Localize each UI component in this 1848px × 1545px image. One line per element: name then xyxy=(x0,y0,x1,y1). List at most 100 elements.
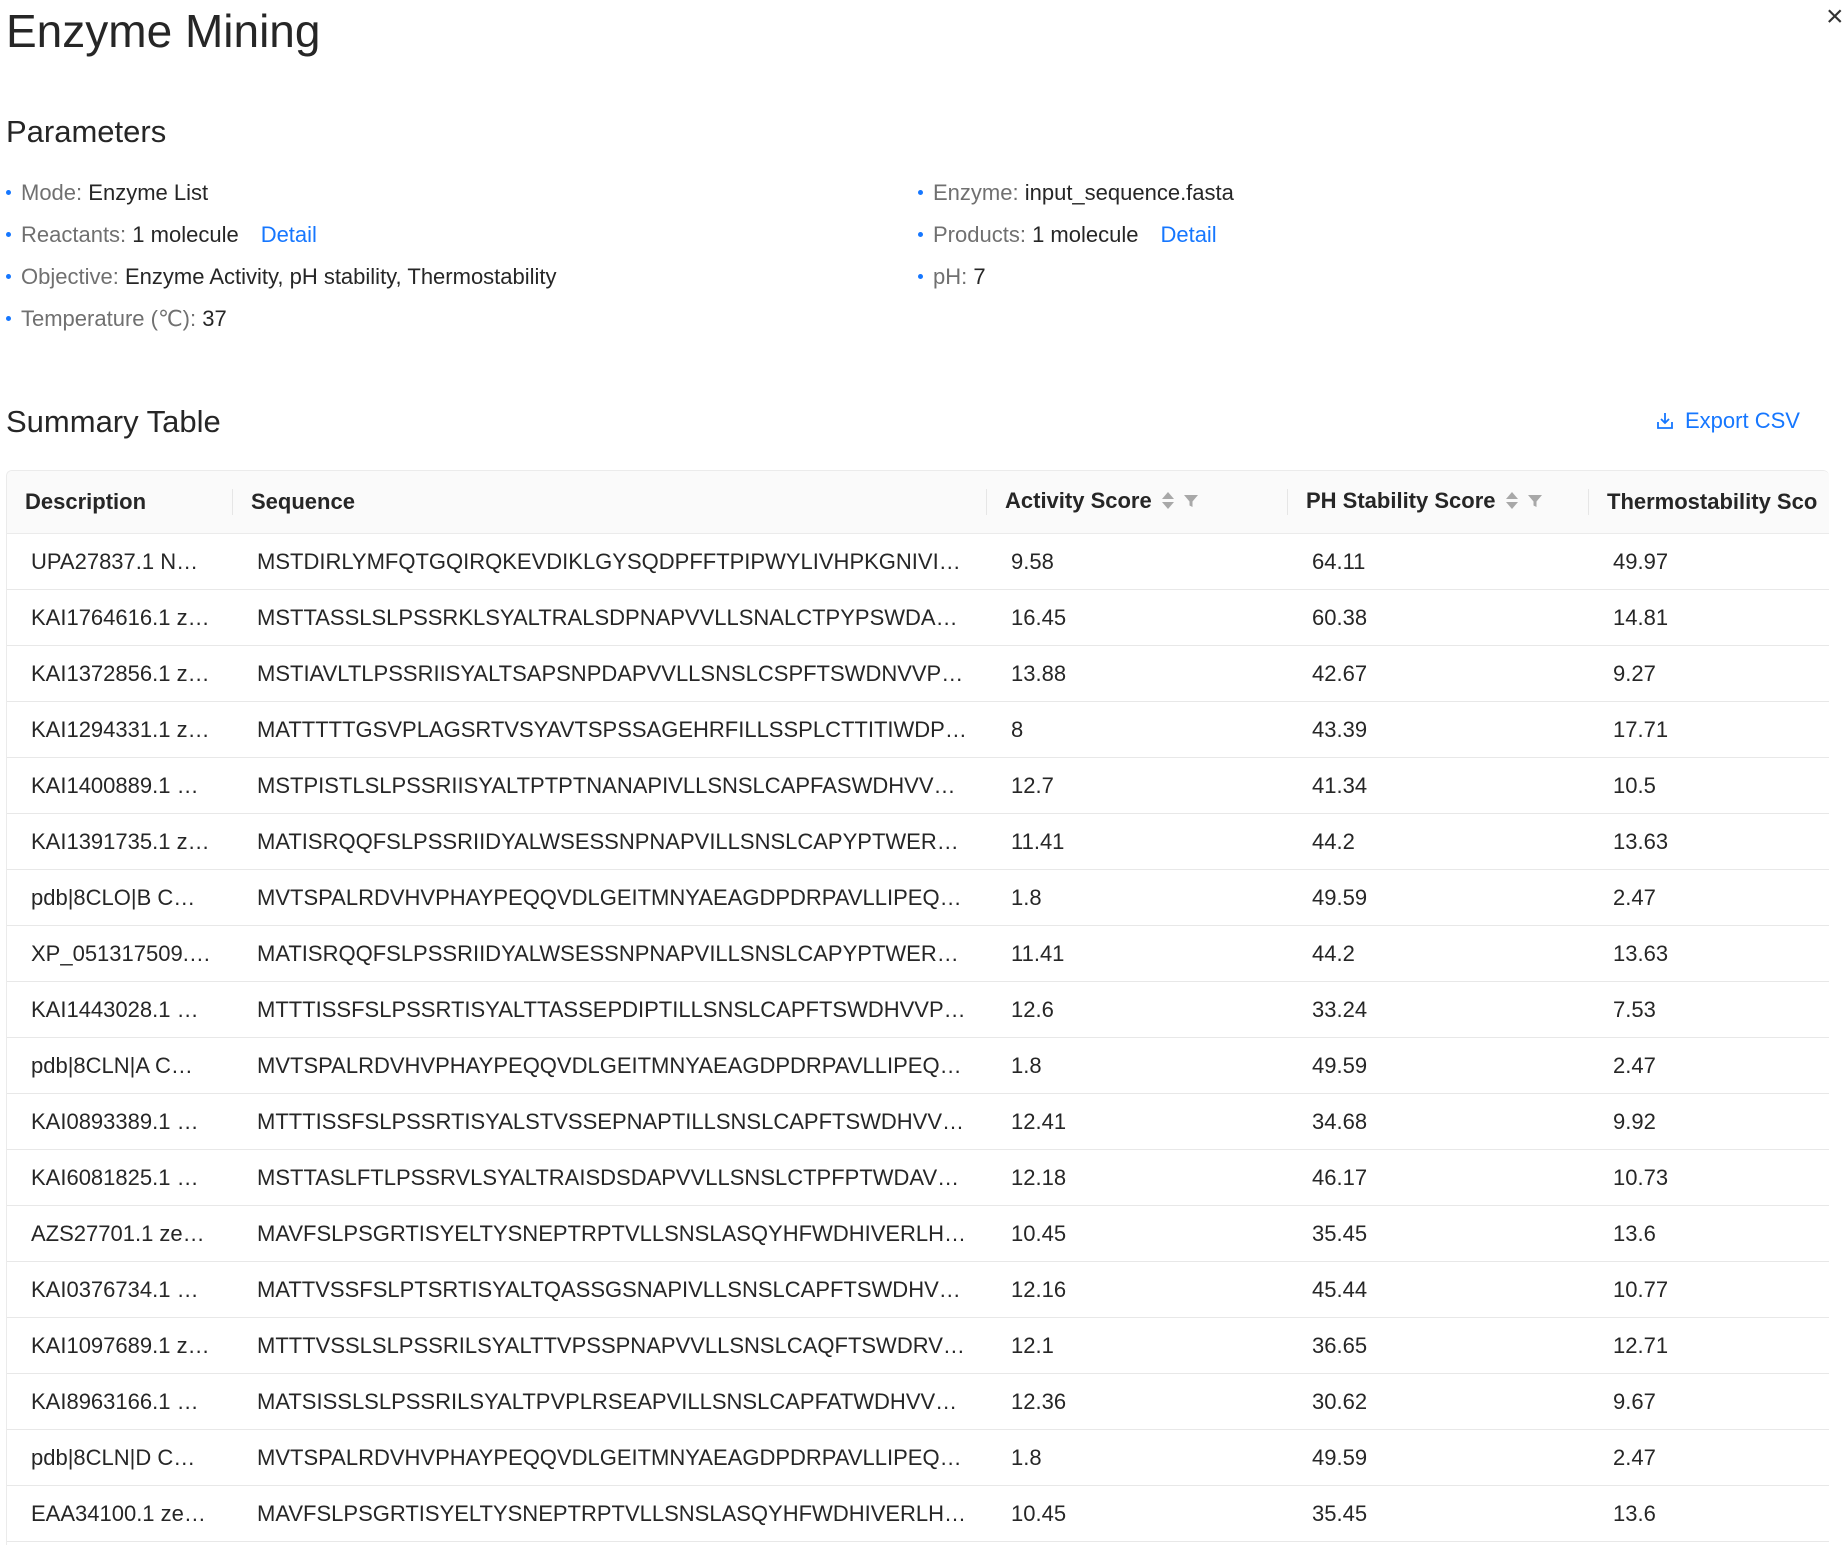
cell-sequence: MAVFSLPSGRTISYELTYSNEPTRPTVLLSNSLASQYHFW… xyxy=(233,1205,987,1262)
cell-description: XP_051317509.… xyxy=(7,925,233,982)
cell-description: KAI1097689.1 z… xyxy=(7,1317,233,1374)
cell-description: KAI1372856.1 z… xyxy=(7,645,233,702)
column-header-thermostability-score[interactable]: Thermostability Sco xyxy=(1589,471,1829,534)
cell-description: KAI1294331.1 z… xyxy=(7,701,233,758)
table-row[interactable]: KAI0893389.1 … MTTTISSFSLPSSRTISYALSTVSSE… xyxy=(7,1093,1829,1150)
cell-thermostability-score: 13.63 xyxy=(1589,925,1829,982)
cell-thermostability-score: 49.97 xyxy=(1589,533,1829,590)
cell-description: KAI6081825.1 … xyxy=(7,1149,233,1206)
cell-thermostability-score: 9.27 xyxy=(1589,645,1829,702)
summary-table-heading: Summary Table xyxy=(6,404,221,439)
cell-ph-stability-score: 34.68 xyxy=(1288,1093,1589,1150)
table-row[interactable]: EAA34100.1 ze… MAVFSLPSGRTISYELTYSNEPTRPT… xyxy=(7,1485,1829,1542)
param-value: input_sequence.fasta xyxy=(1024,180,1234,205)
cell-activity-score: 13.88 xyxy=(987,645,1288,702)
cell-description: KAI1443028.1 … xyxy=(7,981,233,1038)
sort-icon[interactable] xyxy=(1505,492,1518,510)
cell-description: AZS27701.1 ze… xyxy=(7,1205,233,1262)
column-label: Sequence xyxy=(251,489,355,514)
cell-thermostability-score: 10.77 xyxy=(1589,1261,1829,1318)
column-header-description: Description xyxy=(7,471,233,534)
filter-icon[interactable] xyxy=(1183,488,1198,514)
cell-sequence: MSTTASLFTLPSSRVLSYALTRAISDSDAPVVLLSNSLCT… xyxy=(233,1149,987,1206)
cell-activity-score: 9.58 xyxy=(987,533,1288,590)
cell-sequence: MTTTISSFSLPSSRTISYALTTASSEPDIPTILLSNSLCA… xyxy=(233,981,987,1038)
cell-description: KAI0893389.1 … xyxy=(7,1093,233,1150)
table-row[interactable]: KAI0376734.1 … MATTVSSFSLPTSRTISYALTQASSG… xyxy=(7,1261,1829,1318)
cell-sequence: MSTTASSLSLPSSRKLSYALTRALSDPNAPVVLLSNALCT… xyxy=(233,589,987,646)
param-label: Mode: xyxy=(21,180,83,205)
table-row[interactable]: KAI8963166.1 … MATSISSLSLPSSRILSYALTPVPLR… xyxy=(7,1373,1829,1430)
cell-ph-stability-score: 44.2 xyxy=(1288,813,1589,870)
filter-icon[interactable] xyxy=(1527,488,1542,514)
table-row[interactable]: KAI1372856.1 z… MSTIAVLTLPSSRIISYALTSAPSN… xyxy=(7,645,1829,702)
bullet xyxy=(6,231,11,237)
cell-activity-score: 12.36 xyxy=(987,1373,1288,1430)
cell-thermostability-score: 13.6 xyxy=(1589,1205,1829,1262)
cell-activity-score: 12.41 xyxy=(987,1093,1288,1150)
cell-sequence: MVTSPALRDVHVPHAYPEQQVDLGEITMNYAEAGDPDRPA… xyxy=(233,869,987,926)
cell-sequence: MVTSPALRDVHVPHAYPEQQVDLGEITMNYAEAGDPDRPA… xyxy=(233,1429,987,1486)
param-value: 37 xyxy=(202,306,227,331)
cell-activity-score: 11.41 xyxy=(987,813,1288,870)
column-label: Thermostability Sco xyxy=(1607,489,1818,514)
reactants-detail-link[interactable]: Detail xyxy=(261,222,317,247)
table-row[interactable]: KAI1391735.1 z… MATISRQQFSLPSSRIIDYALWSES… xyxy=(7,813,1829,870)
cell-thermostability-score: 2.47 xyxy=(1589,1429,1829,1486)
cell-activity-score: 16.45 xyxy=(987,589,1288,646)
cell-sequence: MATISRQQFSLPSSRIIDYALWSESSNPNAPVILLSNSLC… xyxy=(233,925,987,982)
cell-sequence: MVTSPALRDVHVPHAYPEQQVDLGEITMNYAEAGDPDRPA… xyxy=(233,1037,987,1094)
cell-ph-stability-score: 30.62 xyxy=(1288,1373,1589,1430)
parameters-right-column: Enzyme: input_sequence.fasta Products: 1… xyxy=(918,172,1234,298)
param-reactants: Reactants: 1 molecule Detail xyxy=(6,214,557,256)
param-mode: Mode: Enzyme List xyxy=(6,172,557,214)
cell-description: pdb|8CLO|B C… xyxy=(7,869,233,926)
cell-ph-stability-score: 49.59 xyxy=(1288,1037,1589,1094)
cell-thermostability-score: 7.53 xyxy=(1589,981,1829,1038)
close-icon[interactable]: × xyxy=(1826,0,1844,34)
products-detail-link[interactable]: Detail xyxy=(1160,222,1216,247)
table-row[interactable]: pdb|8CLN|A C… MVTSPALRDVHVPHAYPEQQVDLGEIT… xyxy=(7,1037,1829,1094)
cell-activity-score: 11.41 xyxy=(987,925,1288,982)
column-header-ph-stability-score[interactable]: PH Stability Score xyxy=(1288,471,1589,534)
table-row[interactable]: XP_051317509.… MATISRQQFSLPSSRIIDYALWSESS… xyxy=(7,925,1829,982)
cell-thermostability-score: 13.63 xyxy=(1589,813,1829,870)
table-row[interactable]: KAI1443028.1 … MTTTISSFSLPSSRTISYALTTASSE… xyxy=(7,981,1829,1038)
cell-activity-score: 12.18 xyxy=(987,1149,1288,1206)
export-csv-button[interactable]: Export CSV xyxy=(1655,408,1800,434)
bullet xyxy=(918,273,923,279)
page-title: Enzyme Mining xyxy=(6,5,321,57)
table-row[interactable]: KAI1400889.1 … MSTPISTLSLPSSRIISYALTPTPTN… xyxy=(7,757,1829,814)
column-header-activity-score[interactable]: Activity Score xyxy=(987,471,1288,534)
column-label: Activity Score xyxy=(1005,488,1152,514)
cell-sequence: MTTTVSSLSLPSSRILSYALTTVPSSPNAPVVLLSNSLCA… xyxy=(233,1317,987,1374)
cell-description: KAI8963166.1 … xyxy=(7,1373,233,1430)
table-row[interactable]: KAI1097689.1 z… MTTTVSSLSLPSSRILSYALTTVPS… xyxy=(7,1317,1829,1374)
cell-ph-stability-score: 49.59 xyxy=(1288,1429,1589,1486)
cell-ph-stability-score: 60.38 xyxy=(1288,589,1589,646)
param-label: Reactants: xyxy=(21,222,127,247)
parameters-heading: Parameters xyxy=(6,114,167,149)
cell-thermostability-score: 2.47 xyxy=(1589,1037,1829,1094)
table-row[interactable]: KAI6081825.1 … MSTTASLFTLPSSRVLSYALTRAISD… xyxy=(7,1149,1829,1206)
table-row[interactable]: pdb|8CLN|D C… MVTSPALRDVHVPHAYPEQQVDLGEIT… xyxy=(7,1429,1829,1486)
param-objective: Objective: Enzyme Activity, pH stability… xyxy=(6,256,557,298)
table-row[interactable]: UPA27837.1 N… MSTDIRLYMFQTGQIRQKEVDIKLGYS… xyxy=(7,533,1829,590)
cell-sequence: MSTPISTLSLPSSRIISYALTPTPTNANAPIVLLSNSLCA… xyxy=(233,757,987,814)
cell-thermostability-score: 10.5 xyxy=(1589,757,1829,814)
param-label: Products: xyxy=(933,222,1026,247)
cell-thermostability-score: 9.67 xyxy=(1589,1373,1829,1430)
table-body: UPA27837.1 N… MSTDIRLYMFQTGQIRQKEVDIKLGYS… xyxy=(7,533,1829,1542)
cell-ph-stability-score: 49.59 xyxy=(1288,869,1589,926)
table-row[interactable]: pdb|8CLO|B C… MVTSPALRDVHVPHAYPEQQVDLGEIT… xyxy=(7,869,1829,926)
param-value: Enzyme Activity, pH stability, Thermosta… xyxy=(124,264,557,289)
table-header-row: Description Sequence Activity Score PH S… xyxy=(7,471,1829,534)
param-enzyme: Enzyme: input_sequence.fasta xyxy=(918,172,1234,214)
table-row[interactable]: KAI1764616.1 z… MSTTASSLSLPSSRKLSYALTRALS… xyxy=(7,589,1829,646)
cell-sequence: MSTIAVLTLPSSRIISYALTSAPSNPDAPVVLLSNSLCSP… xyxy=(233,645,987,702)
table-row[interactable]: AZS27701.1 ze… MAVFSLPSGRTISYELTYSNEPTRPT… xyxy=(7,1205,1829,1262)
table-row[interactable]: KAI1294331.1 z… MATTTTTGSVPLAGSRTVSYAVTSP… xyxy=(7,701,1829,758)
cell-description: KAI0376734.1 … xyxy=(7,1261,233,1318)
sort-icon[interactable] xyxy=(1161,492,1174,510)
cell-description: UPA27837.1 N… xyxy=(7,533,233,590)
